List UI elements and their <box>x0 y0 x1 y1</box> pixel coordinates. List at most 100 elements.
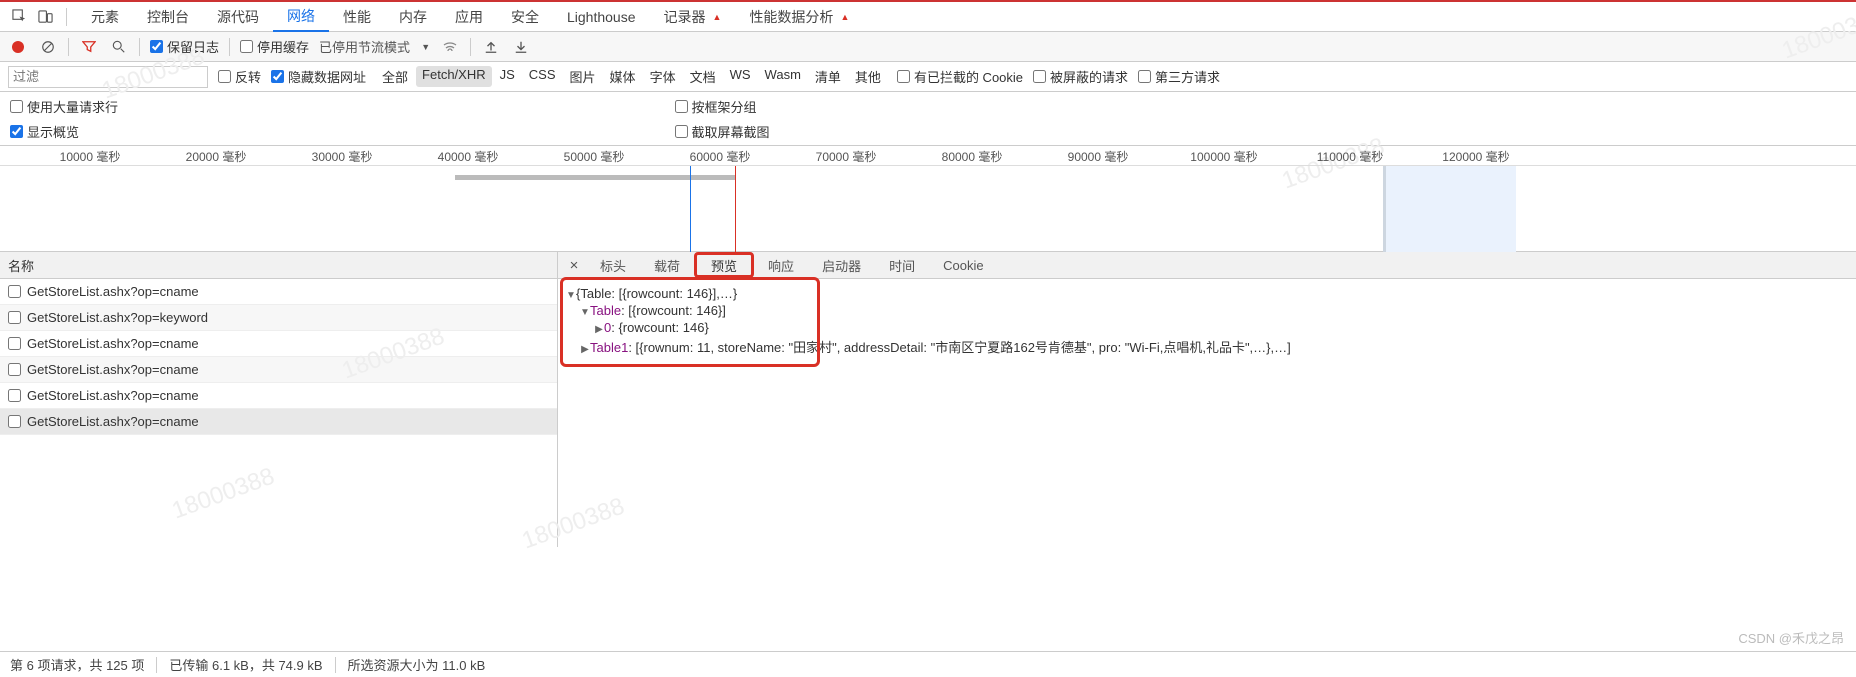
timeline-tick: 30000 毫秒 <box>312 148 373 165</box>
hide-data-urls-checkbox[interactable]: 隐藏数据网址 <box>271 67 366 86</box>
tree-table-0[interactable]: ▶0: {rowcount: 146} <box>566 319 1848 336</box>
timeline-bar <box>455 175 735 180</box>
blocked-cookies-label: 有已拦截的 Cookie <box>914 67 1023 86</box>
detail-tab-Cookie[interactable]: Cookie <box>929 252 997 278</box>
devtools-tab-应用[interactable]: 应用 <box>441 2 497 32</box>
request-list: GetStoreList.ashx?op=cname GetStoreList.a… <box>0 279 557 547</box>
devtools-tab-性能数据分析[interactable]: 性能数据分析▲ <box>735 2 863 32</box>
request-name: GetStoreList.ashx?op=cname <box>27 336 199 351</box>
devtools-tab-内存[interactable]: 内存 <box>385 2 441 32</box>
detail-tab-预览[interactable]: 预览 <box>694 252 754 278</box>
large-rows-checkbox[interactable]: 使用大量请求行 <box>10 97 118 116</box>
timeline-tick: 20000 毫秒 <box>186 148 247 165</box>
throttle-label: 已停用节流模式 <box>319 37 410 56</box>
top-tabs: 元素控制台源代码网络性能内存应用安全Lighthouse记录器▲性能数据分析▲ <box>77 2 863 32</box>
options-row: 使用大量请求行 显示概览 按框架分组 截取屏幕截图 <box>0 92 1856 146</box>
top-bar: 元素控制台源代码网络性能内存应用安全Lighthouse记录器▲性能数据分析▲ <box>0 0 1856 32</box>
type-filters: 全部Fetch/XHRJSCSS图片媒体字体文档WSWasm清单其他 <box>376 66 887 87</box>
timeline-tick: 80000 毫秒 <box>942 148 1003 165</box>
csdn-watermark: CSDN @禾戊之昂 <box>1738 628 1844 647</box>
devtools-tab-Lighthouse[interactable]: Lighthouse <box>553 2 650 32</box>
tree-table1[interactable]: ▶Table1: [{rownum: 11, storeName: "田家村",… <box>566 336 1848 357</box>
type-filter-图片[interactable]: 图片 <box>564 66 602 87</box>
detail-tab-启动器[interactable]: 启动器 <box>808 252 875 278</box>
type-filter-其他[interactable]: 其他 <box>849 66 887 87</box>
request-name: GetStoreList.ashx?op=cname <box>27 362 199 377</box>
record-button[interactable] <box>8 37 28 57</box>
request-name: GetStoreList.ashx?op=cname <box>27 284 199 299</box>
throttle-select[interactable]: 已停用节流模式 ▼ <box>319 37 430 56</box>
blocked-requests-checkbox[interactable]: 被屏蔽的请求 <box>1033 67 1128 86</box>
type-filter-文档[interactable]: 文档 <box>684 66 722 87</box>
network-toolbar: 保留日志 停用缓存 已停用节流模式 ▼ <box>0 32 1856 62</box>
show-overview-label: 显示概览 <box>27 122 79 141</box>
timeline-ruler: 10000 毫秒 20000 毫秒 30000 毫秒 40000 毫秒 50000 毫秒… <box>0 146 1856 166</box>
separator <box>470 38 471 56</box>
capture-screenshots-checkbox[interactable]: 截取屏幕截图 <box>675 122 770 141</box>
detail-tab-载荷[interactable]: 载荷 <box>640 252 694 278</box>
tree-root[interactable]: ▼{Table: [{rowcount: 146}],…} <box>566 285 1848 302</box>
separator <box>139 38 140 56</box>
timeline-end-marker <box>1383 166 1386 252</box>
type-filter-Fetch/XHR[interactable]: Fetch/XHR <box>416 66 492 87</box>
request-row[interactable]: GetStoreList.ashx?op=cname <box>0 409 557 435</box>
name-column-header[interactable]: 名称 <box>0 252 557 279</box>
download-icon[interactable] <box>511 37 531 57</box>
inspect-icon[interactable] <box>8 6 30 28</box>
timeline-tick: 120000 毫秒 <box>1442 148 1509 165</box>
device-toggle-icon[interactable] <box>34 6 56 28</box>
type-filter-JS[interactable]: JS <box>494 66 521 87</box>
search-icon[interactable] <box>109 37 129 57</box>
type-filter-全部[interactable]: 全部 <box>376 66 414 87</box>
type-filter-媒体[interactable]: 媒体 <box>604 66 642 87</box>
request-row[interactable]: GetStoreList.ashx?op=cname <box>0 279 557 305</box>
clear-button[interactable] <box>38 37 58 57</box>
group-by-frame-checkbox[interactable]: 按框架分组 <box>675 97 770 116</box>
devtools-tab-安全[interactable]: 安全 <box>497 2 553 32</box>
request-row[interactable]: GetStoreList.ashx?op=keyword <box>0 305 557 331</box>
disable-cache-checkbox[interactable]: 停用缓存 <box>240 37 309 56</box>
separator <box>335 657 336 673</box>
large-rows-label: 使用大量请求行 <box>27 97 118 116</box>
type-filter-CSS[interactable]: CSS <box>523 66 562 87</box>
devtools-tab-记录器[interactable]: 记录器▲ <box>650 2 736 32</box>
wifi-icon[interactable] <box>440 37 460 57</box>
request-row[interactable]: GetStoreList.ashx?op=cname <box>0 331 557 357</box>
type-filter-WS[interactable]: WS <box>724 66 757 87</box>
separator <box>229 38 230 56</box>
detail-tabs: × 标头载荷预览响应启动器时间Cookie <box>558 252 1856 279</box>
separator <box>68 38 69 56</box>
type-filter-字体[interactable]: 字体 <box>644 66 682 87</box>
timeline-tick: 40000 毫秒 <box>438 148 499 165</box>
devtools-tab-网络[interactable]: 网络 <box>273 2 329 32</box>
tree-table[interactable]: ▼Table: [{rowcount: 146}] <box>566 302 1848 319</box>
close-icon[interactable]: × <box>562 257 586 274</box>
status-transferred: 已传输 6.1 kB，共 74.9 kB <box>169 655 322 674</box>
status-requests: 第 6 项请求，共 125 项 <box>10 655 144 674</box>
timeline-tick: 10000 毫秒 <box>60 148 121 165</box>
type-filter-清单[interactable]: 清单 <box>809 66 847 87</box>
devtools-tab-性能[interactable]: 性能 <box>329 2 385 32</box>
upload-icon[interactable] <box>481 37 501 57</box>
timeline-tick: 50000 毫秒 <box>564 148 625 165</box>
filter-icon[interactable] <box>79 37 99 57</box>
detail-tab-响应[interactable]: 响应 <box>754 252 808 278</box>
devtools-tab-源代码[interactable]: 源代码 <box>203 2 273 32</box>
third-party-checkbox[interactable]: 第三方请求 <box>1138 67 1220 86</box>
request-name: GetStoreList.ashx?op=cname <box>27 388 199 403</box>
devtools-tab-元素[interactable]: 元素 <box>77 2 133 32</box>
request-row[interactable]: GetStoreList.ashx?op=cname <box>0 383 557 409</box>
detail-tab-标头[interactable]: 标头 <box>586 252 640 278</box>
show-overview-checkbox[interactable]: 显示概览 <box>10 122 118 141</box>
preserve-log-checkbox[interactable]: 保留日志 <box>150 37 219 56</box>
blocked-cookies-checkbox[interactable]: 有已拦截的 Cookie <box>897 67 1023 86</box>
separator <box>156 657 157 673</box>
detail-tab-时间[interactable]: 时间 <box>875 252 929 278</box>
disable-cache-label: 停用缓存 <box>257 37 309 56</box>
request-row[interactable]: GetStoreList.ashx?op=cname <box>0 357 557 383</box>
filter-input[interactable] <box>8 66 208 88</box>
invert-checkbox[interactable]: 反转 <box>218 67 261 86</box>
devtools-tab-控制台[interactable]: 控制台 <box>133 2 203 32</box>
timeline-overview[interactable]: 10000 毫秒 20000 毫秒 30000 毫秒 40000 毫秒 50000 毫秒… <box>0 146 1856 252</box>
type-filter-Wasm[interactable]: Wasm <box>759 66 807 87</box>
